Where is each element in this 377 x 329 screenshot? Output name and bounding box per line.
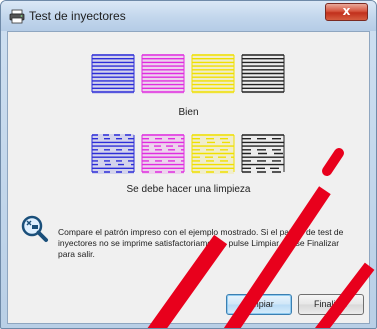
window-title: Test de inyectores [29, 9, 126, 23]
printer-icon [9, 9, 25, 24]
nozzle-block-4 [241, 54, 285, 94]
nozzle-block-4 [241, 134, 285, 174]
nozzle-block-2 [141, 54, 185, 94]
bad-pattern-label: Se debe hacer una limpieza [126, 184, 251, 195]
good-pattern-label: Bien [178, 107, 199, 118]
nozzle-block-1 [91, 134, 135, 174]
nozzle-block-3 [191, 54, 235, 94]
instruction-text: Compare el patrón impreso con el ejemplo… [58, 227, 344, 259]
nozzle-block-3 [191, 134, 235, 174]
close-button[interactable]: x [325, 3, 368, 21]
nozzle-check-dialog: Test de inyectores x Bien Se debe hacer … [0, 0, 377, 329]
bad-pattern-sample [91, 134, 285, 174]
finish-button[interactable]: Finalizar [298, 294, 364, 315]
nozzle-block-2 [141, 134, 185, 174]
magnifier-info-icon [21, 215, 48, 242]
nozzle-block-1 [91, 54, 135, 94]
good-pattern-sample [91, 54, 285, 94]
title-bar[interactable]: Test de inyectores x [1, 1, 376, 31]
clean-button[interactable]: Limpiar [226, 294, 292, 315]
dialog-content: Bien Se debe hacer una limpieza Compare … [7, 31, 370, 324]
close-icon: x [342, 4, 351, 18]
